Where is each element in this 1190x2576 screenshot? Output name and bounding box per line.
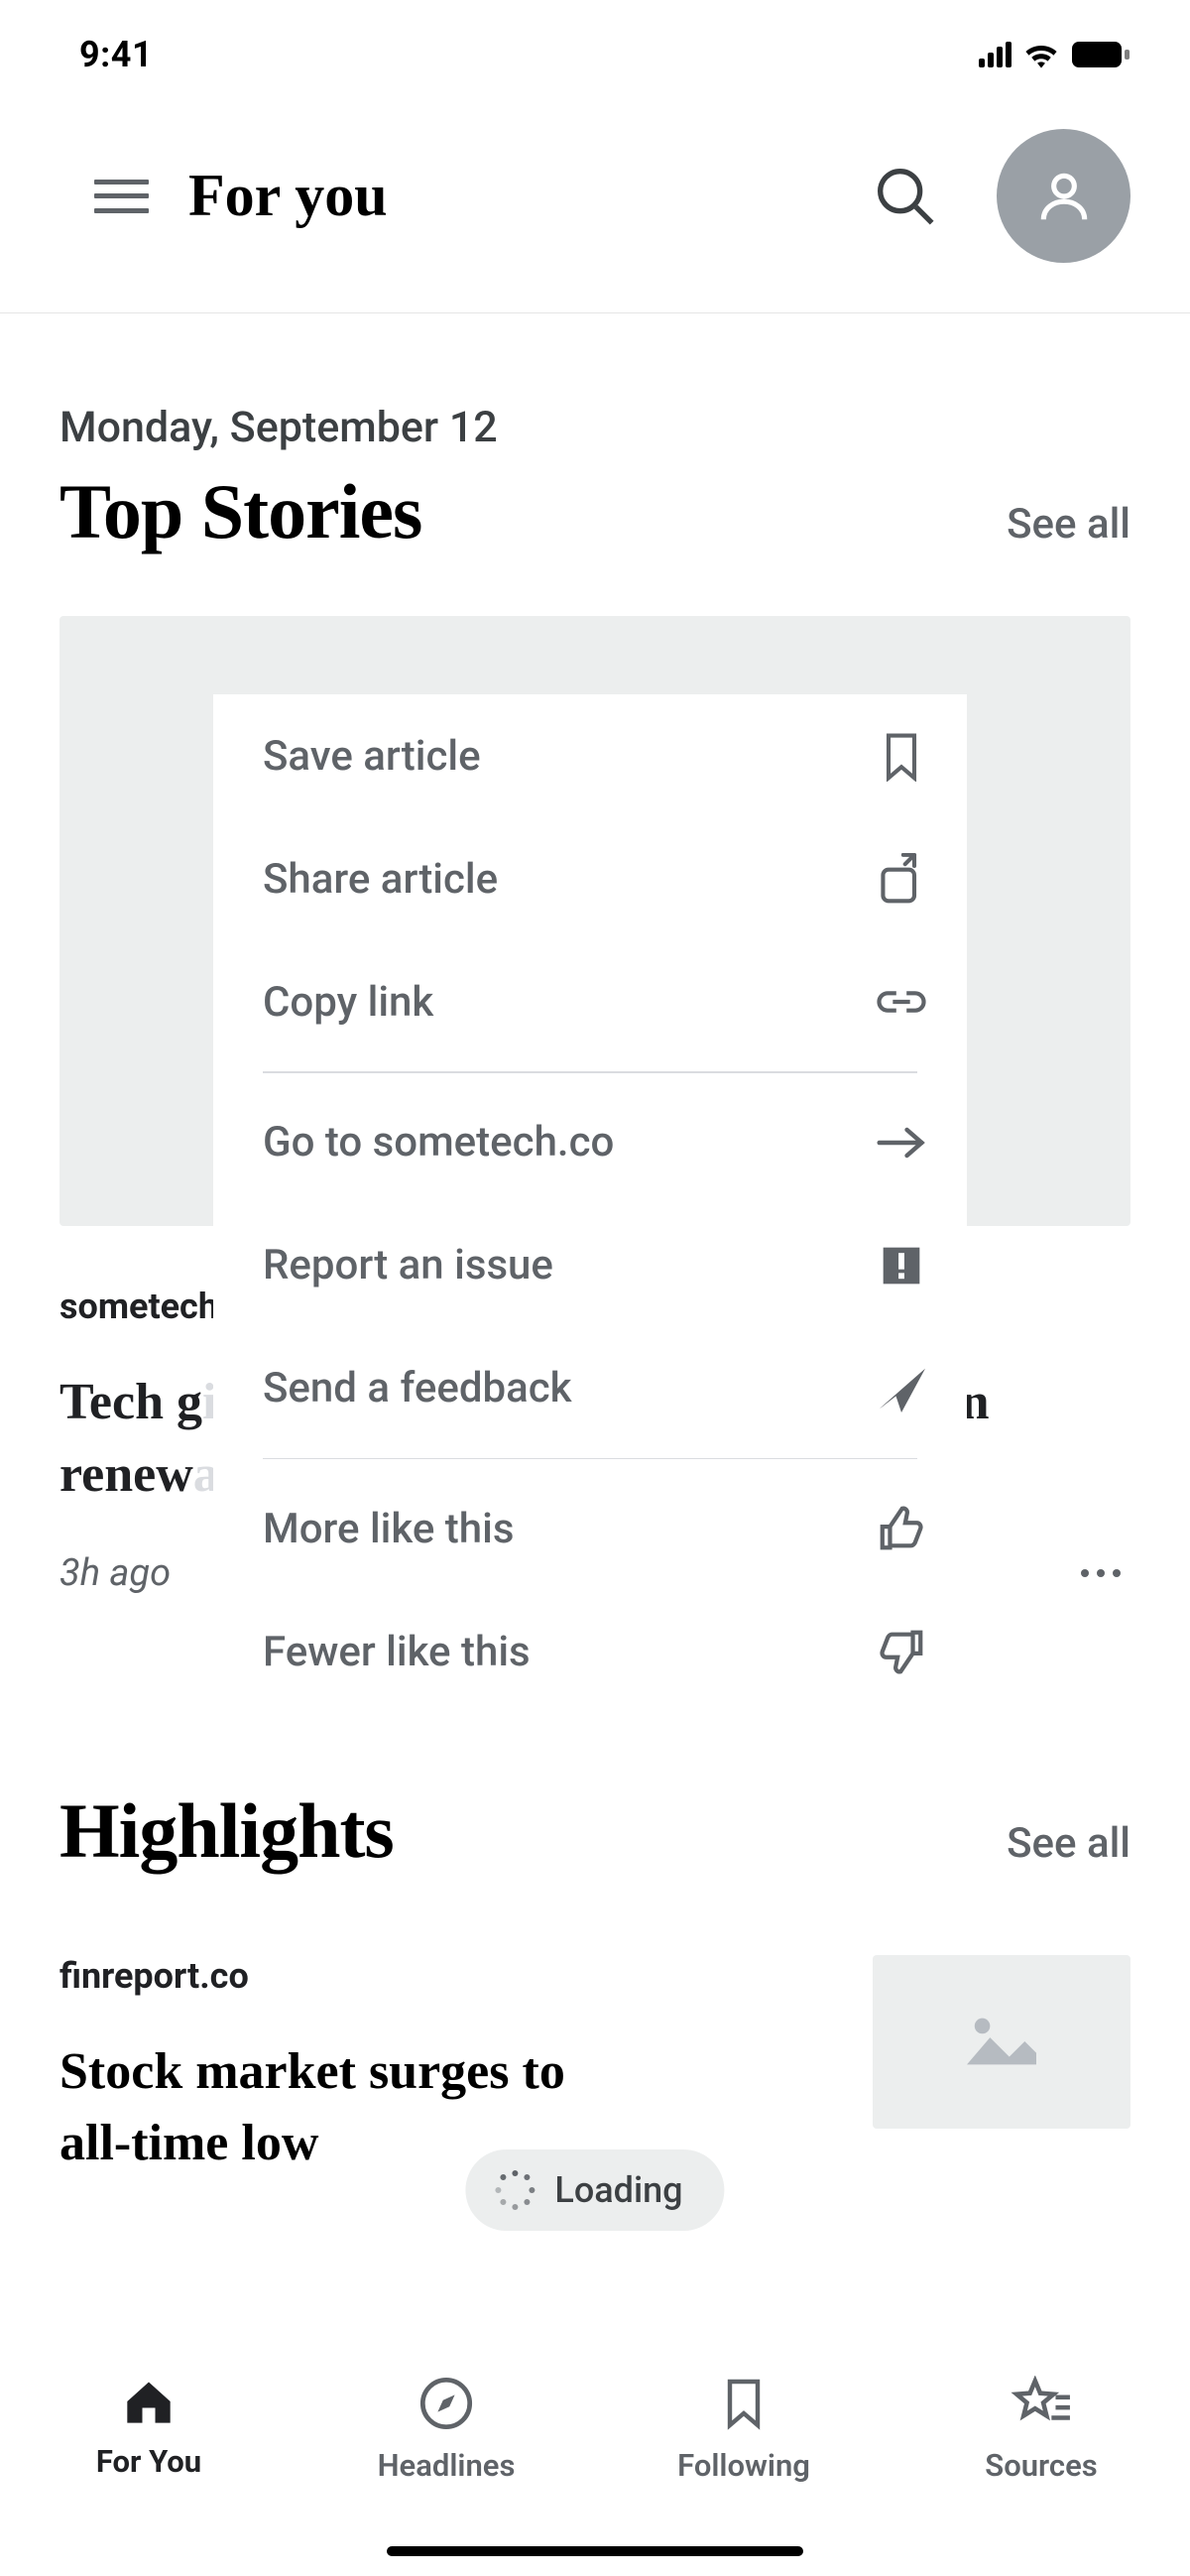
menu-divider	[263, 1071, 917, 1073]
status-time: 9:41	[79, 34, 153, 75]
current-date: Monday, September 12	[60, 403, 1130, 452]
menu-label: Share article	[263, 855, 498, 904]
menu-label: Copy link	[263, 978, 433, 1027]
search-icon	[874, 165, 937, 228]
loading-indicator: Loading	[465, 2149, 724, 2231]
bookmark-icon	[721, 2376, 767, 2431]
app-header: For you	[0, 99, 1190, 313]
menu-save-article[interactable]: Save article	[213, 694, 967, 817]
arrow-right-icon	[876, 1117, 927, 1168]
menu-label: More like this	[263, 1505, 514, 1553]
menu-label: Go to sometech.co	[263, 1118, 614, 1166]
tab-sources[interactable]: Sources	[892, 2376, 1190, 2576]
home-icon	[120, 2376, 178, 2427]
menu-fewer-like-this[interactable]: Fewer like this	[213, 1590, 967, 1713]
compass-icon	[418, 2376, 474, 2431]
spinner-icon	[495, 2170, 535, 2210]
highlights-title: Highlights	[60, 1786, 394, 1876]
article-context-menu: Save article Share article Copy link Go …	[213, 694, 967, 1713]
status-bar: 9:41	[0, 0, 1190, 99]
search-button[interactable]	[874, 165, 937, 228]
highlights-see-all[interactable]: See all	[1007, 1819, 1130, 1868]
story-more-button[interactable]	[1071, 1559, 1130, 1587]
link-icon	[876, 976, 927, 1028]
home-indicator[interactable]	[387, 2546, 803, 2556]
highlight-thumbnail	[873, 1955, 1130, 2129]
wifi-icon	[1023, 41, 1059, 68]
page-title: For you	[188, 162, 834, 230]
tab-label: Headlines	[378, 2447, 516, 2484]
highlight-source: finreport.co	[60, 1955, 833, 1997]
image-icon	[952, 2007, 1051, 2076]
report-icon	[876, 1240, 927, 1291]
thumb-down-icon	[876, 1626, 927, 1677]
tab-label: Sources	[985, 2447, 1097, 2484]
battery-icon	[1071, 41, 1130, 68]
menu-icon[interactable]	[94, 177, 149, 216]
menu-report-issue[interactable]: Report an issue	[213, 1204, 967, 1327]
menu-label: Send a feedback	[263, 1364, 572, 1412]
menu-more-like-this[interactable]: More like this	[213, 1467, 967, 1590]
highlight-title-line2: all-time low	[60, 2115, 318, 2171]
menu-share-article[interactable]: Share article	[213, 817, 967, 940]
menu-label: Save article	[263, 732, 481, 781]
tab-label: Following	[677, 2447, 810, 2484]
bookmark-icon	[876, 730, 927, 782]
send-icon	[876, 1363, 927, 1414]
menu-label: Fewer like this	[263, 1628, 531, 1676]
thumb-up-icon	[876, 1503, 927, 1554]
highlight-title-line1: Stock market surges to	[60, 2043, 565, 2100]
highlights-header: Highlights See all	[60, 1786, 1130, 1876]
story-title-part1: Tech g	[60, 1374, 202, 1430]
star-list-icon	[1011, 2376, 1072, 2431]
status-indicators	[979, 41, 1130, 68]
top-stories-header: Top Stories See all	[60, 467, 1130, 556]
tab-label: For You	[96, 2443, 201, 2480]
cellular-icon	[979, 42, 1012, 67]
person-icon	[1033, 166, 1095, 227]
menu-send-feedback[interactable]: Send a feedback	[213, 1327, 967, 1450]
bottom-tab-bar: For You Headlines Following Sources	[0, 2348, 1190, 2576]
highlight-title: Stock market surges to all-time low	[60, 2036, 833, 2181]
top-stories-see-all[interactable]: See all	[1007, 500, 1130, 549]
share-icon	[876, 853, 927, 905]
menu-divider	[263, 1458, 917, 1460]
menu-label: Report an issue	[263, 1241, 553, 1289]
profile-button[interactable]	[997, 129, 1130, 263]
top-stories-title: Top Stories	[60, 467, 421, 556]
menu-copy-link[interactable]: Copy link	[213, 940, 967, 1063]
tab-for-you[interactable]: For You	[0, 2376, 298, 2576]
menu-goto-source[interactable]: Go to sometech.co	[213, 1081, 967, 1204]
highlight-card[interactable]: finreport.co Stock market surges to all-…	[60, 1955, 1130, 2181]
story-timestamp: 3h ago	[60, 1551, 171, 1595]
loading-label: Loading	[554, 2169, 682, 2211]
